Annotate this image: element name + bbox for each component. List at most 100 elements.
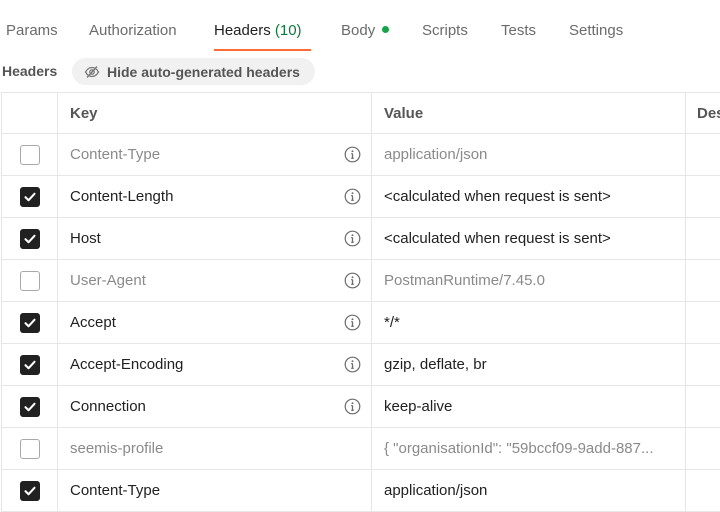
tab-headers-label: Headers: [214, 22, 271, 39]
table-row: Accept-Encoding gzip, deflate, br: [1, 344, 720, 386]
key-cell[interactable]: Host: [57, 218, 371, 259]
row-enabled-checkbox[interactable]: [19, 396, 40, 417]
description-cell[interactable]: [685, 386, 720, 427]
row-checkbox-cell: [1, 134, 57, 175]
value-cell[interactable]: application/json: [371, 134, 685, 175]
tab-scripts[interactable]: Scripts: [422, 22, 468, 39]
table-row: User-Agent PostmanRuntime/7.45.0: [1, 260, 720, 302]
tab-tests-label: Tests: [501, 22, 537, 39]
value-cell[interactable]: <calculated when request is sent>: [371, 176, 685, 217]
info-icon[interactable]: [344, 398, 361, 415]
tab-authorization[interactable]: Authorization: [89, 22, 177, 39]
checkmark-icon: [23, 234, 36, 243]
table-row: Content-Type application/json: [1, 134, 720, 176]
value-cell[interactable]: { "organisationId": "59bccf09-9add-887..…: [371, 428, 685, 469]
info-icon[interactable]: [344, 146, 361, 163]
value-cell[interactable]: PostmanRuntime/7.45.0: [371, 260, 685, 301]
row-checkbox-cell: [1, 386, 57, 427]
description-cell[interactable]: [685, 344, 720, 385]
header-value: application/json: [384, 146, 488, 163]
hide-auto-generated-headers-label: Hide auto-generated headers: [107, 63, 300, 80]
headers-count-badge: (10): [274, 22, 302, 39]
tab-settings[interactable]: Settings: [569, 22, 623, 39]
header-value: */*: [384, 314, 400, 331]
row-enabled-checkbox[interactable]: [19, 270, 40, 291]
request-tabs: Params Authorization Headers (10) Body S…: [0, 0, 720, 52]
row-checkbox-cell: [1, 302, 57, 343]
table-row: Host <calculated when request is sent>: [1, 218, 720, 260]
table-header-row: Key Value Des: [1, 93, 720, 134]
checkmark-icon: [23, 192, 36, 201]
row-checkbox-cell: [1, 470, 57, 511]
tab-body-label: Body: [341, 22, 376, 39]
info-icon[interactable]: [344, 314, 361, 331]
value-cell[interactable]: <calculated when request is sent>: [371, 218, 685, 259]
value-column-header: Value: [371, 93, 685, 133]
header-value: application/json: [384, 482, 488, 499]
description-cell[interactable]: [685, 470, 720, 511]
table-row: Connection keep-alive: [1, 386, 720, 428]
checkmark-icon: [23, 402, 36, 411]
checkmark-icon: [23, 360, 36, 369]
key-column-header: Key: [57, 93, 371, 133]
key-cell[interactable]: Content-Type: [57, 470, 371, 511]
row-enabled-checkbox[interactable]: [19, 144, 40, 165]
value-cell[interactable]: application/json: [371, 470, 685, 511]
description-cell[interactable]: [685, 302, 720, 343]
tab-params-label: Params: [6, 22, 58, 39]
header-value: <calculated when request is sent>: [384, 188, 611, 205]
checkbox-column-header: [1, 93, 57, 133]
row-enabled-checkbox[interactable]: [19, 312, 40, 333]
tab-tests[interactable]: Tests: [501, 22, 536, 39]
row-enabled-checkbox[interactable]: [19, 480, 40, 501]
table-row: seemis-profile { "organisationId": "59bcc…: [1, 428, 720, 470]
hide-auto-generated-headers-button[interactable]: Hide auto-generated headers: [72, 58, 315, 85]
key-cell[interactable]: Content-Length: [57, 176, 371, 217]
header-key: Accept-Encoding: [70, 356, 184, 373]
info-icon[interactable]: [344, 356, 361, 373]
row-enabled-checkbox[interactable]: [19, 228, 40, 249]
row-checkbox-cell: [1, 344, 57, 385]
eye-off-icon: [84, 65, 100, 78]
key-cell[interactable]: Content-Type: [57, 134, 371, 175]
header-value: PostmanRuntime/7.45.0: [384, 272, 545, 289]
table-row: Content-Length <calculated when request i…: [1, 176, 720, 218]
info-icon[interactable]: [344, 188, 361, 205]
tab-body[interactable]: Body: [341, 22, 390, 39]
description-column-header: Des: [685, 93, 720, 133]
description-cell[interactable]: [685, 260, 720, 301]
key-cell[interactable]: Connection: [57, 386, 371, 427]
value-cell[interactable]: gzip, deflate, br: [371, 344, 685, 385]
key-cell[interactable]: User-Agent: [57, 260, 371, 301]
key-cell[interactable]: Accept: [57, 302, 371, 343]
table-row: Accept */*: [1, 302, 720, 344]
tab-headers[interactable]: Headers (10): [214, 22, 302, 39]
description-cell[interactable]: [685, 176, 720, 217]
info-icon[interactable]: [344, 230, 361, 247]
row-enabled-checkbox[interactable]: [19, 354, 40, 375]
header-key: Accept: [70, 314, 116, 331]
row-checkbox-cell: [1, 428, 57, 469]
key-cell[interactable]: seemis-profile: [57, 428, 371, 469]
value-cell[interactable]: */*: [371, 302, 685, 343]
header-key: Connection: [70, 398, 146, 415]
value-cell[interactable]: keep-alive: [371, 386, 685, 427]
header-value: keep-alive: [384, 398, 453, 415]
row-checkbox-cell: [1, 218, 57, 259]
checkmark-icon: [23, 318, 36, 327]
description-cell[interactable]: [685, 218, 720, 259]
tab-params[interactable]: Params: [6, 22, 58, 39]
header-key: Content-Type: [70, 146, 161, 163]
description-cell[interactable]: [685, 428, 720, 469]
header-value: <calculated when request is sent>: [384, 230, 611, 247]
key-cell[interactable]: Accept-Encoding: [57, 344, 371, 385]
header-key: Host: [70, 230, 101, 247]
header-value: gzip, deflate, br: [384, 356, 487, 373]
header-key: seemis-profile: [70, 440, 164, 457]
row-enabled-checkbox[interactable]: [19, 438, 40, 459]
checkmark-icon: [23, 486, 36, 495]
row-enabled-checkbox[interactable]: [19, 186, 40, 207]
description-cell[interactable]: [685, 134, 720, 175]
header-value: { "organisationId": "59bccf09-9add-887..…: [384, 440, 654, 457]
info-icon[interactable]: [344, 272, 361, 289]
